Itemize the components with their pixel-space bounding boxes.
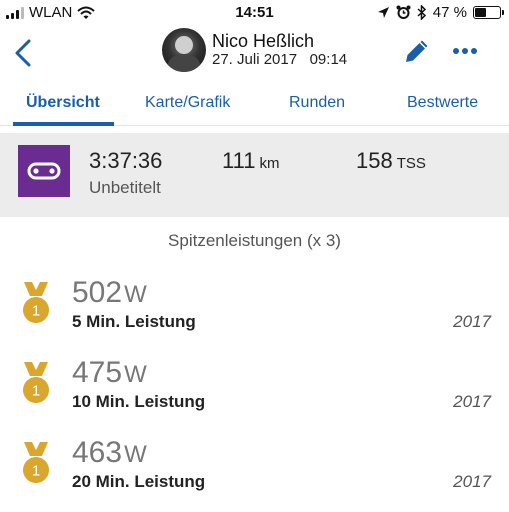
- more-options-icon[interactable]: [452, 46, 478, 56]
- avatar[interactable]: [162, 28, 206, 72]
- location-arrow-icon: [377, 7, 389, 18]
- record-row[interactable]: 1 463W 20 Min. Leistung 2017: [0, 438, 509, 508]
- edit-pencil-icon[interactable]: [402, 36, 432, 66]
- record-row[interactable]: 1 475W 10 Min. Leistung 2017: [0, 358, 509, 428]
- bike-chain-icon: [18, 145, 70, 197]
- active-tab-indicator: [13, 122, 114, 126]
- distance-value: 111: [222, 148, 256, 173]
- gold-medal-icon: 1: [23, 442, 49, 483]
- tss-unit: TSS: [396, 155, 426, 172]
- svg-text:1: 1: [32, 383, 40, 400]
- activity-summary[interactable]: 3:37:36 Unbetitelt 111 km 158 TSS: [0, 133, 509, 217]
- record-label: 5 Min. Leistung: [72, 312, 196, 331]
- tab-laps[interactable]: Runden: [289, 94, 345, 112]
- activity-time: 09:14: [309, 51, 348, 68]
- svg-text:1: 1: [32, 463, 40, 480]
- battery-icon: [473, 6, 504, 19]
- gold-medal-icon: 1: [23, 362, 49, 403]
- tab-bar: Übersicht Karte/Grafik Runden Bestwerte: [0, 84, 509, 126]
- status-right: 47 %: [377, 4, 504, 21]
- back-chevron-icon[interactable]: [12, 38, 36, 68]
- tab-map-graph[interactable]: Karte/Grafik: [145, 94, 230, 112]
- battery-percent: 47 %: [432, 4, 467, 21]
- athlete-profile[interactable]: Nico Heßlich 27. Juli 2017 09:14: [162, 28, 347, 72]
- tab-best-values[interactable]: Bestwerte: [407, 94, 478, 112]
- distance-unit: km: [259, 155, 280, 172]
- records-heading: Spitzenleistungen (x 3): [168, 231, 341, 250]
- svg-text:1: 1: [32, 303, 40, 320]
- gold-medal-icon: 1: [23, 282, 49, 323]
- record-value: 475W: [72, 356, 147, 389]
- status-bar: WLAN 14:51 47 %: [0, 0, 509, 26]
- activity-title: Unbetitelt: [89, 178, 161, 197]
- record-label: 20 Min. Leistung: [72, 472, 206, 491]
- tab-overview[interactable]: Übersicht: [26, 94, 100, 112]
- activity-duration: 3:37:36: [89, 148, 163, 173]
- athlete-name: Nico Heßlich: [212, 31, 315, 51]
- record-value: 463W: [72, 436, 147, 469]
- tss-value: 158: [356, 148, 393, 173]
- activity-distance: 111 km: [222, 148, 279, 174]
- nav-bar: Nico Heßlich 27. Juli 2017 09:14: [0, 26, 509, 80]
- activity-date: 27. Juli 2017: [212, 51, 298, 68]
- record-value: 502W: [72, 276, 147, 309]
- activity-datetime: 27. Juli 2017 09:14: [212, 51, 347, 69]
- alarm-icon: [396, 5, 411, 19]
- bluetooth-icon: [417, 5, 426, 20]
- record-year: 2017: [453, 312, 491, 331]
- record-row[interactable]: 1 502W 5 Min. Leistung 2017: [0, 278, 509, 348]
- record-year: 2017: [453, 392, 491, 411]
- record-label: 10 Min. Leistung: [72, 392, 206, 411]
- activity-tss: 158 TSS: [356, 148, 426, 174]
- record-year: 2017: [453, 472, 491, 491]
- athlete-info: Nico Heßlich 27. Juli 2017 09:14: [212, 31, 347, 69]
